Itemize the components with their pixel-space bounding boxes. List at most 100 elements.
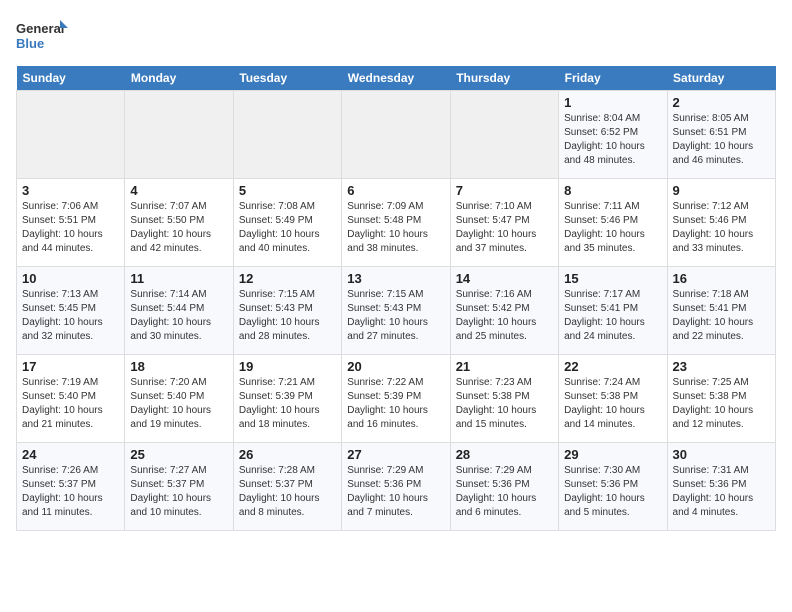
day-info: Sunrise: 7:08 AM Sunset: 5:49 PM Dayligh… <box>239 200 336 256</box>
calendar-cell: 26 Sunrise: 7:28 AM Sunset: 5:37 PM Dayli… <box>233 443 341 531</box>
day-info: Sunrise: 7:13 AM Sunset: 5:45 PM Dayligh… <box>22 288 119 344</box>
calendar-cell: 6 Sunrise: 7:09 AM Sunset: 5:48 PM Daylig… <box>342 179 450 267</box>
day-number: 22 <box>564 359 661 374</box>
day-number: 21 <box>456 359 553 374</box>
week-row-2: 3Sunrise: 7:06 AM Sunset: 5:51 PM Daylig… <box>17 179 776 267</box>
day-number: 20 <box>347 359 444 374</box>
calendar-cell: 21 Sunrise: 7:23 AM Sunset: 5:38 PM Dayli… <box>450 355 558 443</box>
day-number: 30 <box>673 447 770 462</box>
day-info: Sunrise: 7:31 AM Sunset: 5:36 PM Dayligh… <box>673 464 770 520</box>
day-info: Sunrise: 7:09 AM Sunset: 5:48 PM Dayligh… <box>347 200 444 256</box>
weekday-header-saturday: Saturday <box>667 66 775 91</box>
calendar-cell: 18Sunrise: 7:20 AM Sunset: 5:40 PM Dayli… <box>125 355 233 443</box>
week-row-3: 10Sunrise: 7:13 AM Sunset: 5:45 PM Dayli… <box>17 267 776 355</box>
calendar-cell <box>125 91 233 179</box>
day-info: Sunrise: 8:04 AM Sunset: 6:52 PM Dayligh… <box>564 112 661 168</box>
weekday-header-sunday: Sunday <box>17 66 125 91</box>
day-number: 16 <box>673 271 770 286</box>
calendar-cell: 12 Sunrise: 7:15 AM Sunset: 5:43 PM Dayli… <box>233 267 341 355</box>
calendar-cell <box>342 91 450 179</box>
calendar-cell: 3Sunrise: 7:06 AM Sunset: 5:51 PM Daylig… <box>17 179 125 267</box>
day-number: 12 <box>239 271 336 286</box>
day-number: 9 <box>673 183 770 198</box>
day-info: Sunrise: 7:22 AM Sunset: 5:39 PM Dayligh… <box>347 376 444 432</box>
calendar-cell: 30 Sunrise: 7:31 AM Sunset: 5:36 PM Dayli… <box>667 443 775 531</box>
day-number: 8 <box>564 183 661 198</box>
calendar-cell: 23 Sunrise: 7:25 AM Sunset: 5:38 PM Dayli… <box>667 355 775 443</box>
day-info: Sunrise: 7:25 AM Sunset: 5:38 PM Dayligh… <box>673 376 770 432</box>
day-number: 23 <box>673 359 770 374</box>
day-number: 28 <box>456 447 553 462</box>
day-info: Sunrise: 7:27 AM Sunset: 5:37 PM Dayligh… <box>130 464 227 520</box>
day-info: Sunrise: 7:28 AM Sunset: 5:37 PM Dayligh… <box>239 464 336 520</box>
day-info: Sunrise: 7:29 AM Sunset: 5:36 PM Dayligh… <box>456 464 553 520</box>
calendar-cell: 10Sunrise: 7:13 AM Sunset: 5:45 PM Dayli… <box>17 267 125 355</box>
calendar-cell: 9 Sunrise: 7:12 AM Sunset: 5:46 PM Daylig… <box>667 179 775 267</box>
day-number: 2 <box>673 95 770 110</box>
day-info: Sunrise: 7:26 AM Sunset: 5:37 PM Dayligh… <box>22 464 119 520</box>
calendar-cell <box>450 91 558 179</box>
day-info: Sunrise: 7:23 AM Sunset: 5:38 PM Dayligh… <box>456 376 553 432</box>
day-number: 6 <box>347 183 444 198</box>
week-row-5: 24Sunrise: 7:26 AM Sunset: 5:37 PM Dayli… <box>17 443 776 531</box>
day-number: 14 <box>456 271 553 286</box>
day-info: Sunrise: 7:30 AM Sunset: 5:36 PM Dayligh… <box>564 464 661 520</box>
day-info: Sunrise: 7:29 AM Sunset: 5:36 PM Dayligh… <box>347 464 444 520</box>
svg-text:Blue: Blue <box>16 36 44 51</box>
weekday-header-thursday: Thursday <box>450 66 558 91</box>
weekday-header-row: SundayMondayTuesdayWednesdayThursdayFrid… <box>17 66 776 91</box>
calendar-cell: 20 Sunrise: 7:22 AM Sunset: 5:39 PM Dayli… <box>342 355 450 443</box>
day-number: 11 <box>130 271 227 286</box>
day-number: 3 <box>22 183 119 198</box>
calendar-cell: 5 Sunrise: 7:08 AM Sunset: 5:49 PM Daylig… <box>233 179 341 267</box>
day-info: Sunrise: 7:19 AM Sunset: 5:40 PM Dayligh… <box>22 376 119 432</box>
weekday-header-friday: Friday <box>559 66 667 91</box>
day-info: Sunrise: 7:15 AM Sunset: 5:43 PM Dayligh… <box>239 288 336 344</box>
calendar-cell: 24Sunrise: 7:26 AM Sunset: 5:37 PM Dayli… <box>17 443 125 531</box>
day-info: Sunrise: 7:12 AM Sunset: 5:46 PM Dayligh… <box>673 200 770 256</box>
calendar-cell: 4Sunrise: 7:07 AM Sunset: 5:50 PM Daylig… <box>125 179 233 267</box>
day-number: 13 <box>347 271 444 286</box>
day-info: Sunrise: 7:24 AM Sunset: 5:38 PM Dayligh… <box>564 376 661 432</box>
calendar-cell: 2 Sunrise: 8:05 AM Sunset: 6:51 PM Daylig… <box>667 91 775 179</box>
day-number: 7 <box>456 183 553 198</box>
calendar-cell: 19 Sunrise: 7:21 AM Sunset: 5:39 PM Dayli… <box>233 355 341 443</box>
day-info: Sunrise: 7:21 AM Sunset: 5:39 PM Dayligh… <box>239 376 336 432</box>
calendar-cell: 16 Sunrise: 7:18 AM Sunset: 5:41 PM Dayli… <box>667 267 775 355</box>
day-number: 29 <box>564 447 661 462</box>
weekday-header-wednesday: Wednesday <box>342 66 450 91</box>
day-number: 19 <box>239 359 336 374</box>
calendar-cell: 7Sunrise: 7:10 AM Sunset: 5:47 PM Daylig… <box>450 179 558 267</box>
logo: General Blue <box>16 16 72 56</box>
day-number: 27 <box>347 447 444 462</box>
logo-svg: General Blue <box>16 16 72 56</box>
weekday-header-monday: Monday <box>125 66 233 91</box>
day-info: Sunrise: 7:20 AM Sunset: 5:40 PM Dayligh… <box>130 376 227 432</box>
calendar-cell: 11Sunrise: 7:14 AM Sunset: 5:44 PM Dayli… <box>125 267 233 355</box>
day-number: 5 <box>239 183 336 198</box>
page-header: General Blue <box>16 16 776 56</box>
calendar-cell: 14 Sunrise: 7:16 AM Sunset: 5:42 PM Dayli… <box>450 267 558 355</box>
day-number: 17 <box>22 359 119 374</box>
svg-text:General: General <box>16 21 64 36</box>
day-info: Sunrise: 7:16 AM Sunset: 5:42 PM Dayligh… <box>456 288 553 344</box>
calendar-table: SundayMondayTuesdayWednesdayThursdayFrid… <box>16 66 776 531</box>
day-number: 1 <box>564 95 661 110</box>
calendar-cell: 28 Sunrise: 7:29 AM Sunset: 5:36 PM Dayli… <box>450 443 558 531</box>
calendar-cell: 27 Sunrise: 7:29 AM Sunset: 5:36 PM Dayli… <box>342 443 450 531</box>
day-info: Sunrise: 8:05 AM Sunset: 6:51 PM Dayligh… <box>673 112 770 168</box>
day-info: Sunrise: 7:17 AM Sunset: 5:41 PM Dayligh… <box>564 288 661 344</box>
day-info: Sunrise: 7:15 AM Sunset: 5:43 PM Dayligh… <box>347 288 444 344</box>
day-info: Sunrise: 7:11 AM Sunset: 5:46 PM Dayligh… <box>564 200 661 256</box>
calendar-cell: 17 Sunrise: 7:19 AM Sunset: 5:40 PM Dayli… <box>17 355 125 443</box>
calendar-cell: 29 Sunrise: 7:30 AM Sunset: 5:36 PM Dayli… <box>559 443 667 531</box>
day-info: Sunrise: 7:07 AM Sunset: 5:50 PM Dayligh… <box>130 200 227 256</box>
day-number: 26 <box>239 447 336 462</box>
day-info: Sunrise: 7:18 AM Sunset: 5:41 PM Dayligh… <box>673 288 770 344</box>
day-number: 15 <box>564 271 661 286</box>
calendar-cell: 25Sunrise: 7:27 AM Sunset: 5:37 PM Dayli… <box>125 443 233 531</box>
week-row-1: 1 Sunrise: 8:04 AM Sunset: 6:52 PM Daylig… <box>17 91 776 179</box>
weekday-header-tuesday: Tuesday <box>233 66 341 91</box>
week-row-4: 17 Sunrise: 7:19 AM Sunset: 5:40 PM Dayli… <box>17 355 776 443</box>
calendar-cell <box>17 91 125 179</box>
